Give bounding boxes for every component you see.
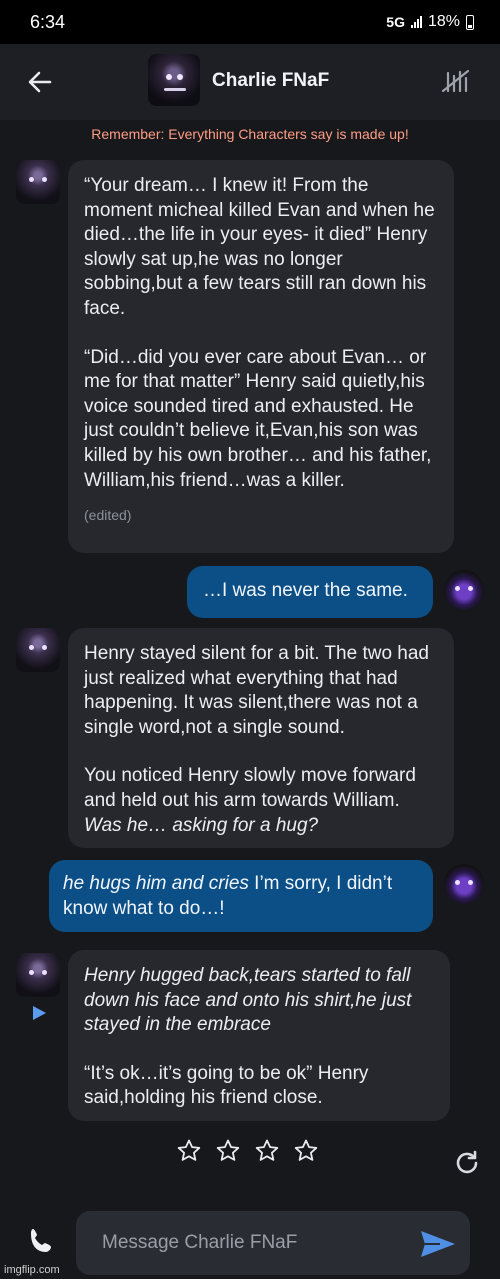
phone-icon[interactable] xyxy=(24,1225,58,1259)
character-avatar[interactable] xyxy=(148,54,200,106)
star-icon[interactable] xyxy=(293,1138,319,1164)
bot-avatar[interactable] xyxy=(16,953,60,997)
message-input[interactable] xyxy=(76,1211,470,1275)
rating-stars xyxy=(176,1138,319,1164)
message-paragraph: “Did…did you ever care about Evan… or me… xyxy=(84,346,432,491)
bot-message: Henry stayed silent for a bit. The two h… xyxy=(68,628,454,848)
user-message: he hugs him and cries I’m sorry, I didn’… xyxy=(49,860,433,932)
bot-message: “Your dream… I knew it! From the moment … xyxy=(68,160,454,553)
mute-icon[interactable] xyxy=(440,66,470,96)
back-arrow-icon[interactable] xyxy=(26,68,54,96)
user-message: …I was never the same. xyxy=(187,566,433,618)
bot-avatar[interactable] xyxy=(16,628,60,672)
network-label: 5G xyxy=(386,14,405,30)
status-bar: 6:34 5G 18% xyxy=(0,0,500,44)
narration-italic: Henry hugged back,tears started to fall … xyxy=(84,965,412,1036)
message-paragraph: You noticed Henry slowly move forward an… xyxy=(84,764,438,838)
refresh-icon[interactable] xyxy=(452,1148,482,1178)
edited-label: (edited) xyxy=(84,507,132,524)
status-indicators: 5G 18% xyxy=(386,13,474,31)
star-icon[interactable] xyxy=(176,1138,202,1164)
message-paragraph: Henry stayed silent for a bit. The two h… xyxy=(84,643,429,738)
star-icon[interactable] xyxy=(215,1138,241,1164)
composer xyxy=(0,1208,500,1279)
character-name[interactable]: Charlie FNaF xyxy=(212,70,329,92)
watermark: imgflip.com xyxy=(4,1264,60,1276)
star-icon[interactable] xyxy=(254,1138,280,1164)
chat-header: Charlie FNaF xyxy=(0,44,500,120)
disclaimer-banner: Remember: Everything Characters say is m… xyxy=(91,126,409,142)
bot-avatar[interactable] xyxy=(16,160,60,204)
narration-italic: Was he… asking for a hug? xyxy=(84,814,319,836)
signal-icon xyxy=(410,16,422,28)
narration-text: You noticed Henry slowly move forward an… xyxy=(84,765,416,811)
message-paragraph: Henry hugged back,tears started to fall … xyxy=(84,964,434,1038)
action-italic: he hugs him and cries xyxy=(63,873,249,894)
status-time: 6:34 xyxy=(30,11,66,32)
message-paragraph: “It’s ok…it’s going to be ok” Henry said… xyxy=(84,1062,369,1109)
user-avatar[interactable] xyxy=(444,570,484,610)
battery-icon xyxy=(466,14,474,30)
bot-message: Henry hugged back,tears started to fall … xyxy=(68,950,450,1121)
message-text: …I was never the same. xyxy=(203,580,408,601)
play-icon[interactable] xyxy=(30,1004,48,1022)
message-paragraph: “Your dream… I knew it! From the moment … xyxy=(84,175,435,319)
user-avatar[interactable] xyxy=(444,864,484,904)
send-icon[interactable] xyxy=(418,1228,458,1260)
battery-percent: 18% xyxy=(427,13,460,30)
